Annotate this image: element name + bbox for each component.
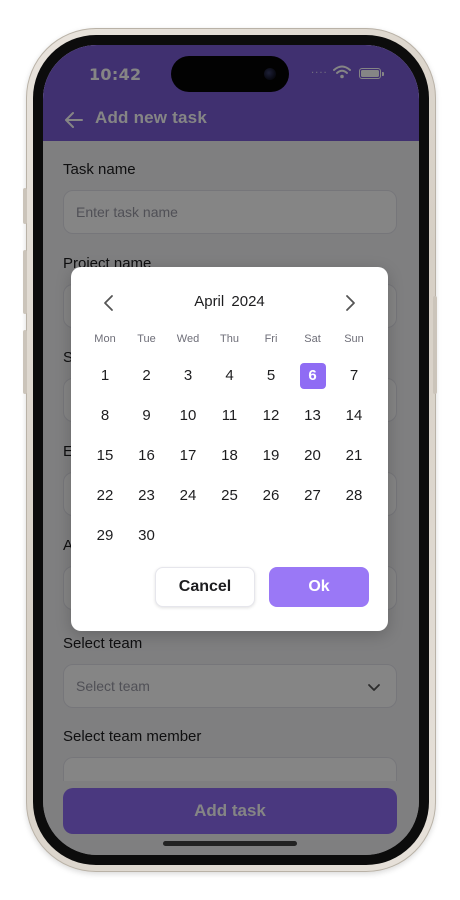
- calendar-day-number: 24: [179, 487, 197, 504]
- chevron-right-icon[interactable]: [338, 291, 362, 315]
- weekday-label: Fri: [264, 333, 278, 345]
- calendar-day[interactable]: 17: [168, 440, 208, 472]
- calendar-day-number: 4: [225, 367, 234, 384]
- calendar-day[interactable]: 7: [334, 360, 374, 392]
- date-picker-dialog: April 2024 Mon Tue Wed Thu Fri Sat Sun 1234567…: [71, 267, 388, 631]
- calendar-day[interactable]: 2: [127, 360, 167, 392]
- calendar-day-number: 14: [345, 407, 363, 424]
- calendar-day[interactable]: 15: [85, 440, 125, 472]
- calendar-day[interactable]: 28: [334, 480, 374, 512]
- calendar-day-number: 22: [96, 487, 114, 504]
- calendar-day[interactable]: 24: [168, 480, 208, 512]
- weekday-label: Mon: [94, 333, 116, 345]
- calendar-day-number: 9: [142, 407, 151, 424]
- weekday-label: Wed: [176, 333, 200, 345]
- calendar-day-number: 10: [179, 407, 197, 424]
- ok-button[interactable]: Ok: [269, 567, 369, 607]
- calendar-day-number: 26: [262, 487, 280, 504]
- calendar-day[interactable]: 13: [293, 400, 333, 432]
- calendar-day[interactable]: 16: [127, 440, 167, 472]
- calendar-day-number: 11: [221, 407, 238, 424]
- calendar-day-number: 3: [183, 367, 193, 384]
- calendar-day-grid: 1 2 3 4 5 6 7 8 9 10 11 12 13 14 15 16 17 18 19 20 21 22 23 24 2…: [85, 360, 375, 560]
- calendar-day-number: 20: [304, 447, 321, 464]
- calendar-day-number: 30: [138, 527, 155, 544]
- calendar-day-number: 17: [179, 447, 197, 464]
- calendar-day-number: 13: [304, 407, 321, 424]
- weekday-label: Sun: [344, 333, 364, 345]
- cancel-button[interactable]: Cancel: [155, 567, 255, 607]
- phone-screen: 10:42 .... Add new task Task name Enter …: [43, 45, 419, 855]
- calendar-day[interactable]: 3: [168, 360, 208, 392]
- calendar-day[interactable]: 27: [293, 480, 333, 512]
- calendar-day-number: 8: [100, 407, 110, 424]
- calendar-day-number: 16: [138, 447, 155, 464]
- volume-up-button: [23, 250, 27, 314]
- calendar-day[interactable]: 21: [334, 440, 374, 472]
- calendar-day-number: 2: [142, 367, 151, 384]
- calendar-day[interactable]: 10: [168, 400, 208, 432]
- calendar-day-number: 21: [345, 447, 363, 464]
- calendar-day[interactable]: 26: [251, 480, 291, 512]
- calendar-day[interactable]: 18: [210, 440, 250, 472]
- mute-switch: [23, 188, 27, 224]
- calendar-day-number: 1: [100, 367, 110, 384]
- calendar-day[interactable]: 20: [293, 440, 333, 472]
- weekday-label: Tue: [137, 333, 156, 345]
- calendar-day-number: 18: [221, 447, 238, 464]
- calendar-day-number: 25: [221, 487, 238, 504]
- home-indicator: [163, 841, 297, 846]
- calendar-day-number: 6: [299, 363, 326, 389]
- calendar-day[interactable]: 1: [85, 360, 125, 392]
- volume-down-button: [23, 330, 27, 394]
- calendar-day-number: 19: [262, 447, 280, 464]
- calendar-day[interactable]: 11: [210, 400, 250, 432]
- calendar-day[interactable]: 8: [85, 400, 125, 432]
- calendar-day[interactable]: 9: [127, 400, 167, 432]
- calendar-day-number: 29: [96, 527, 114, 544]
- power-button: [433, 296, 437, 394]
- weekday-label: Thu: [220, 333, 239, 345]
- calendar-day-number: 12: [262, 407, 280, 424]
- weekday-header-row: Mon Tue Wed Thu Fri Sat Sun: [85, 333, 375, 349]
- calendar-day-number: 7: [349, 367, 359, 384]
- calendar-day[interactable]: 12: [251, 400, 291, 432]
- month-navigation: April 2024: [71, 289, 388, 317]
- calendar-day[interactable]: 5: [251, 360, 291, 392]
- calendar-day[interactable]: 30: [127, 520, 167, 552]
- calendar-day[interactable]: 14: [334, 400, 374, 432]
- calendar-day-number: 23: [138, 487, 155, 504]
- calendar-day-number: 5: [266, 367, 276, 384]
- calendar-day-number: 15: [96, 447, 114, 464]
- calendar-day-selected[interactable]: 6: [293, 360, 333, 392]
- calendar-day[interactable]: 22: [85, 480, 125, 512]
- calendar-day[interactable]: 25: [210, 480, 250, 512]
- calendar-day-number: 27: [304, 487, 321, 504]
- calendar-day-number: 28: [345, 487, 363, 504]
- calendar-day[interactable]: 29: [85, 520, 125, 552]
- weekday-label: Sat: [304, 333, 321, 345]
- calendar-day[interactable]: 23: [127, 480, 167, 512]
- calendar-day[interactable]: 19: [251, 440, 291, 472]
- calendar-day[interactable]: 4: [210, 360, 250, 392]
